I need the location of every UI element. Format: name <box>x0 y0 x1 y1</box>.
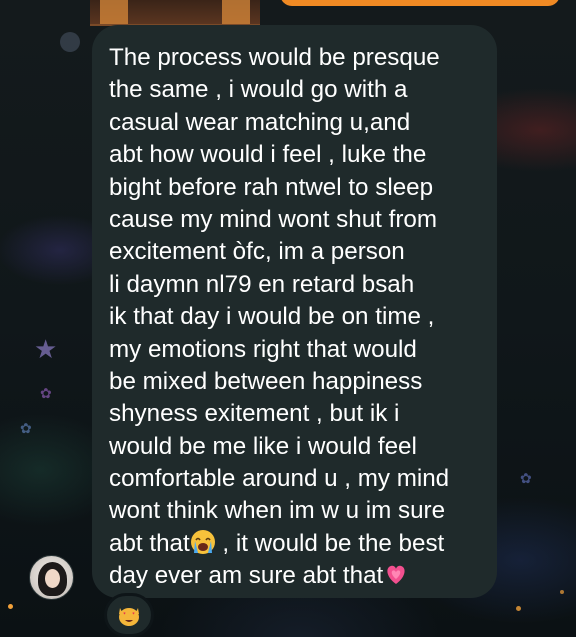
heart-eyes-cat-icon <box>119 608 139 626</box>
message-line: would be me like i would feel <box>109 432 417 460</box>
message-line: day ever am sure abt that <box>109 560 481 592</box>
message-line: wont think when im w u im sure <box>109 497 446 525</box>
message-fragment: day ever am sure abt that <box>109 562 384 590</box>
message-line: abt that , it would be the best <box>109 528 481 560</box>
owl-icon <box>60 32 80 52</box>
message-line: ik that day i would be on time , <box>109 303 435 331</box>
message-line: bight before rah ntwel to sleep <box>109 173 434 201</box>
star-icon: ★ <box>34 334 58 364</box>
firefly-glow <box>516 606 521 611</box>
flower-icon: ✿ <box>520 470 532 486</box>
message-line: shyness exitement , but ik i <box>109 400 400 428</box>
previous-message-bubble[interactable] <box>280 0 560 6</box>
firefly-glow <box>8 604 13 609</box>
message-bubble[interactable]: The process would be presque the same , … <box>92 25 497 598</box>
message-line: abt how would i feel , luke the <box>109 141 427 169</box>
avatar-face <box>45 569 60 588</box>
message-line: comfortable around u , my mind <box>109 465 450 493</box>
message-line: casual wear matching u,and <box>109 108 411 136</box>
message-line: cause my mind wont shut from <box>109 205 437 233</box>
message-fragment: , it would be the best <box>215 529 445 557</box>
message-line: li daymn nl79 en retard bsah <box>109 270 415 298</box>
reaction-badge[interactable] <box>104 593 154 637</box>
crying-face-icon <box>190 529 215 554</box>
growing-heart-icon <box>387 566 405 585</box>
message-text: The process would be presque the same , … <box>109 42 481 593</box>
sender-avatar[interactable] <box>29 555 74 600</box>
message-line: be mixed between happiness <box>109 367 423 395</box>
message-line: my emotions right that would <box>109 335 417 363</box>
message-fragment: abt that <box>109 529 190 557</box>
flower-icon: ✿ <box>20 420 32 436</box>
message-line: the same , i would go with a <box>109 76 408 104</box>
firefly-glow <box>560 590 564 594</box>
flower-icon: ✿ <box>40 385 52 401</box>
background-house-window <box>90 0 260 26</box>
message-line: excitement òfc, im a person <box>109 238 405 266</box>
message-line: The process would be presque <box>109 44 440 71</box>
